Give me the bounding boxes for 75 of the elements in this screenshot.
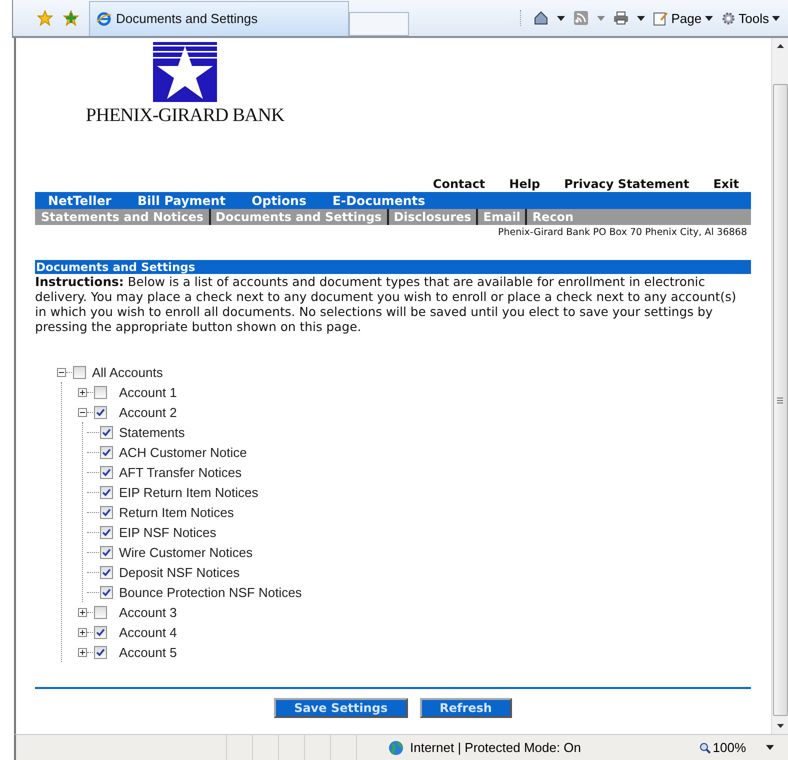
checkbox[interactable] [100,546,113,558]
tree-item-label[interactable]: ACH Customer Notice [119,444,247,460]
scroll-down-icon[interactable] [776,724,784,728]
browser-logo-icon [96,10,112,26]
scrollbar[interactable] [771,38,788,734]
tree-item-label[interactable]: Account 3 [119,604,177,620]
caret-icon [704,16,713,20]
top-link[interactable]: Contact [432,177,486,191]
checkbox[interactable] [94,646,107,658]
scroll-thumb[interactable] [772,84,788,716]
tree-item-label[interactable]: Account 2 [119,404,177,420]
section-title: Documents and Settings [35,260,751,274]
dropdown-arrow-icon[interactable] [766,745,774,750]
instructions-text: Instructions: Below is a list of accounts and document types that are available for enrollment in electronic delivery. You may place a check next to any document you wish to enroll or place a check next to any account(s) in which you wish to enroll all documents. No selections will be saved until you elect to save your settings by pressing the appropriate button shown on this page. [35,274,738,334]
tree-item-label[interactable]: Statements [119,424,185,440]
gear-icon [720,10,736,26]
feed-icon[interactable] [573,10,590,26]
expand-icon[interactable] [78,628,87,636]
checkbox[interactable] [100,526,113,538]
tree-item-label[interactable]: Wire Customer Notices [119,544,253,560]
action-button[interactable]: Refresh [420,698,512,718]
tree-item-label[interactable]: Return Item Notices [119,504,234,520]
tree-item-label[interactable]: Account 1 [119,384,177,400]
checkbox[interactable] [100,466,113,478]
checkbox[interactable] [73,366,86,378]
action-button[interactable]: Save Settings [274,698,408,718]
checkbox[interactable] [100,566,113,578]
magnifier-icon [698,742,711,754]
scroll-up-icon[interactable] [776,44,784,48]
star-logo-icon [153,42,217,102]
browser-menu[interactable]: Page [653,10,713,26]
printer-icon[interactable] [613,10,630,26]
collapse-icon[interactable] [57,368,66,376]
add-favorite-icon[interactable] [63,10,79,26]
browser-tab[interactable]: Documents and Settings [89,0,349,36]
expand-icon[interactable] [78,608,87,616]
checkbox[interactable] [94,606,107,618]
checkbox[interactable] [94,386,107,398]
expand-icon[interactable] [78,388,87,396]
globe-icon [388,740,404,756]
top-link[interactable]: Exit [713,177,739,191]
nav-link[interactable]: Options [252,193,306,208]
tree-item-label[interactable]: All Accounts [92,364,163,380]
nav-link[interactable]: Bill Payment [137,193,226,208]
tree-item-label[interactable]: Deposit NSF Notices [119,564,240,580]
bank-address: Phenix-Girard Bank PO Box 70 Phenix City, Al 36868 [497,226,748,238]
checkbox[interactable] [94,626,107,638]
nav-link[interactable]: NetTeller [48,193,112,208]
home-icon[interactable] [533,10,550,26]
dropdown-arrow-icon[interactable] [637,16,646,20]
zoom-level[interactable]: 100% [698,740,760,755]
checkbox[interactable] [100,486,113,498]
star-icon[interactable] [37,10,53,26]
dropdown-arrow-icon[interactable] [557,16,566,20]
tree-item-label[interactable]: Account 4 [119,624,177,640]
checkbox[interactable] [100,506,113,518]
checkbox[interactable] [100,426,113,438]
tree-item-label[interactable]: Bounce Protection NSF Notices [119,584,302,600]
top-link[interactable]: Help [509,177,540,191]
expand-icon[interactable] [78,648,87,656]
security-zone: Internet | Protected Mode: On [410,740,582,755]
tree-item-label[interactable]: Account 5 [119,644,177,660]
tree-item-label[interactable]: EIP NSF Notices [119,524,216,540]
checkbox[interactable] [100,586,113,598]
top-link[interactable]: Privacy Statement [564,177,690,191]
checkbox[interactable] [94,406,107,418]
page-icon [653,10,668,26]
nav-link[interactable]: E-Documents [332,193,426,208]
collapse-icon[interactable] [78,408,87,416]
caret-icon [772,16,780,20]
bank-name: PHENIX-GIRARD BANK [86,105,284,127]
browser-menu[interactable]: Tools [720,10,780,26]
tree-item-label[interactable]: AFT Transfer Notices [119,464,242,480]
checkbox[interactable] [100,446,113,458]
tree-item-label[interactable]: EIP Return Item Notices [119,484,258,500]
